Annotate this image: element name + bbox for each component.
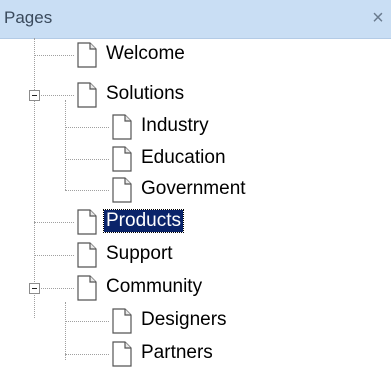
page-icon bbox=[77, 82, 97, 108]
collapse-icon[interactable] bbox=[29, 90, 40, 101]
page-icon bbox=[77, 242, 97, 268]
tree-connector bbox=[34, 222, 74, 223]
tree-connector bbox=[39, 95, 74, 96]
page-icon bbox=[112, 146, 132, 172]
tree-node-label[interactable]: Support bbox=[104, 243, 175, 265]
tree-node-label[interactable]: Government bbox=[139, 178, 248, 200]
tree-node-label[interactable]: Solutions bbox=[104, 83, 186, 105]
tree-connector bbox=[65, 321, 109, 322]
close-icon[interactable]: × bbox=[365, 4, 391, 32]
tree-node-label-selected[interactable]: Products bbox=[103, 209, 184, 233]
panel-header: Pages × bbox=[0, 0, 391, 39]
tree-node-label[interactable]: Industry bbox=[139, 115, 211, 137]
tree-node-label[interactable]: Education bbox=[139, 147, 228, 169]
page-icon bbox=[77, 209, 97, 235]
tree-node-label[interactable]: Designers bbox=[139, 309, 229, 331]
page-icon bbox=[77, 275, 97, 301]
tree-branch-line-community bbox=[65, 302, 66, 360]
tree-node-label[interactable]: Community bbox=[104, 276, 204, 298]
tree-connector bbox=[65, 159, 109, 160]
page-icon bbox=[112, 177, 132, 203]
tree-connector bbox=[65, 190, 109, 191]
tree-connector bbox=[34, 255, 74, 256]
tree-node-label[interactable]: Partners bbox=[139, 342, 215, 364]
panel-title: Pages bbox=[4, 8, 53, 27]
tree-node-label[interactable]: Welcome bbox=[104, 43, 187, 65]
tree-connector bbox=[39, 288, 74, 289]
page-icon bbox=[112, 114, 132, 140]
page-icon bbox=[112, 341, 132, 367]
tree-branch-line-solutions bbox=[65, 100, 66, 190]
tree-connector bbox=[65, 127, 109, 128]
tree-root-line bbox=[34, 38, 35, 318]
page-icon bbox=[112, 308, 132, 334]
page-icon bbox=[77, 42, 97, 68]
collapse-icon[interactable] bbox=[29, 283, 40, 294]
pages-tree: Welcome Solutions Industry Education Gov… bbox=[0, 38, 391, 367]
tree-connector bbox=[65, 354, 109, 355]
tree-connector bbox=[34, 55, 74, 56]
